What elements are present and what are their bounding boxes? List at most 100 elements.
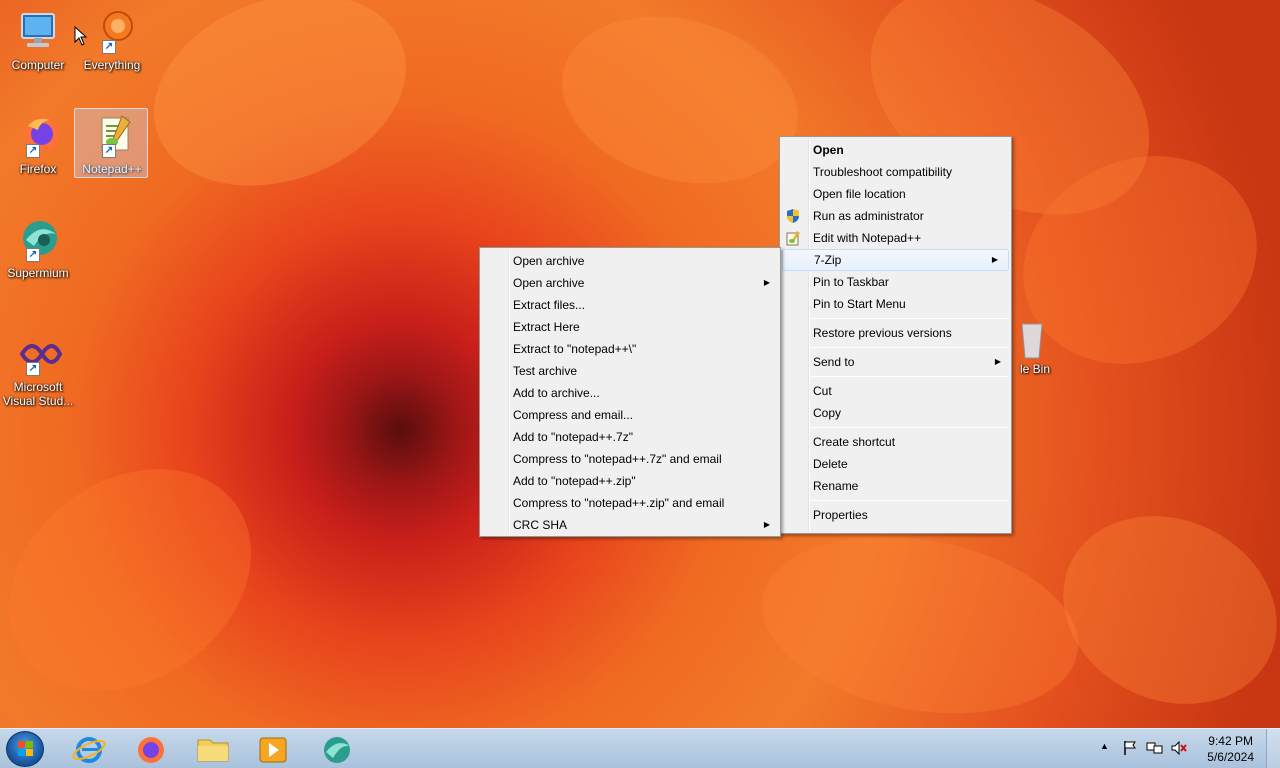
desktop-icon-firefox[interactable]: ↗ Firefox [0,112,76,176]
volume-muted-icon[interactable] [1170,740,1188,759]
menu-item-label: Properties [813,508,868,522]
menu-item-label: Cut [813,384,832,398]
clock-date: 5/6/2024 [1207,750,1254,764]
menu-item-label: Compress to "notepad++.zip" and email [513,496,725,510]
taskbar-internet-explorer[interactable] [66,732,112,766]
menu-item-label: Pin to Start Menu [813,297,906,311]
menu-item-open[interactable]: Open [780,139,1011,161]
internet-explorer-icon [72,737,106,763]
wallpaper-petal [0,423,294,737]
computer-icon [14,8,62,56]
menu-item-label: Create shortcut [813,435,896,449]
desktop-icon-visual-studio[interactable]: ↗ Microsoft Visual Stud... [0,330,76,408]
menu-item-restore-versions[interactable]: Restore previous versions [780,322,1011,344]
menu-item-open-archive-sub[interactable]: Open archive ▶ [480,272,780,294]
menu-item-label: Compress and email... [513,408,634,422]
menu-item-label: Restore previous versions [813,326,952,340]
wallpaper-petal [747,513,1093,737]
main-context-menu: Open Troubleshoot compatibility Open fil… [779,136,1012,534]
visual-studio-icon: ↗ [14,330,63,378]
menu-item-copy[interactable]: Copy [780,402,1011,424]
menu-item-label: Extract to "notepad++\" [513,342,637,356]
desktop-icon-computer[interactable]: Computer [0,8,76,72]
menu-item-delete[interactable]: Delete [780,453,1011,475]
menu-item-open-archive[interactable]: Open archive [480,250,780,272]
submenu-arrow-icon: ▶ [763,520,770,529]
wallpaper-petal [1032,481,1280,739]
menu-item-troubleshoot[interactable]: Troubleshoot compatibility [780,161,1011,183]
menu-item-extract-to[interactable]: Extract to "notepad++\" [480,338,780,360]
firefox-icon [138,737,164,763]
menu-item-label: Rename [813,479,859,493]
menu-item-label: Extract Here [513,320,580,334]
menu-item-cut[interactable]: Cut [780,380,1011,402]
shortcut-arrow-icon: ↗ [26,248,40,262]
menu-item-label: Open file location [813,187,906,201]
menu-item-crc-sha[interactable]: CRC SHA ▶ [480,514,780,536]
menu-item-label: Test archive [513,364,578,378]
menu-separator [810,318,1009,319]
network-icon[interactable] [1146,740,1164,759]
menu-item-label: Open [813,143,844,157]
taskbar-media-player[interactable] [250,732,296,766]
clock-time: 9:42 PM [1208,734,1253,748]
menu-item-add-7z[interactable]: Add to "notepad++.7z" [480,426,780,448]
notepadpp-icon: ↗ [88,112,136,160]
menu-item-label: Add to archive... [513,386,600,400]
start-button[interactable] [6,731,44,767]
submenu-arrow-icon: ▶ [994,357,1001,366]
show-desktop-button[interactable] [1266,729,1280,768]
shortcut-arrow-icon: ↗ [102,40,116,54]
menu-item-open-file-location[interactable]: Open file location [780,183,1011,205]
taskbar: ▲ 9:42 PM 5/6/2024 [0,728,1280,768]
menu-item-label: Extract files... [513,298,586,312]
clock[interactable]: 9:42 PM 5/6/2024 [1207,733,1254,765]
menu-item-pin-taskbar[interactable]: Pin to Taskbar [780,271,1011,293]
menu-item-extract-files[interactable]: Extract files... [480,294,780,316]
taskbar-supermium[interactable] [314,732,360,766]
everything-icon: ↗ [88,8,136,56]
menu-item-add-zip[interactable]: Add to "notepad++.zip" [480,470,780,492]
menu-item-run-as-admin[interactable]: Run as administrator [780,205,1011,227]
menu-item-label: Delete [813,457,848,471]
menu-item-properties[interactable]: Properties [780,504,1011,526]
desktop-icon-supermium[interactable]: ↗ Supermium [0,216,76,280]
menu-item-label: 7-Zip [814,253,842,267]
uac-shield-icon [785,208,801,224]
desktop-icon-label: Microsoft Visual Stud... [2,380,74,408]
menu-separator [810,500,1009,501]
windows-logo-icon [18,741,33,756]
menu-item-compress-email[interactable]: Compress and email... [480,404,780,426]
menu-item-compress-7z-email[interactable]: Compress to "notepad++.7z" and email [480,448,780,470]
menu-item-label: Pin to Taskbar [813,275,889,289]
menu-item-extract-here[interactable]: Extract Here [480,316,780,338]
desktop-icon-label: Supermium [7,266,69,280]
menu-item-label: Copy [813,406,842,420]
shortcut-arrow-icon: ↗ [26,362,40,376]
menu-item-label: Compress to "notepad++.7z" and email [513,452,722,466]
menu-item-test-archive[interactable]: Test archive [480,360,780,382]
menu-item-create-shortcut[interactable]: Create shortcut [780,431,1011,453]
action-center-flag-icon[interactable] [1122,740,1138,759]
menu-item-edit-notepadpp[interactable]: Edit with Notepad++ [780,227,1011,249]
menu-separator [810,427,1009,428]
folder-icon [197,739,229,762]
menu-item-label: Add to "notepad++.zip" [513,474,636,488]
menu-item-label: Open archive [513,254,585,268]
menu-item-label: Troubleshoot compatibility [813,165,952,179]
menu-item-pin-start[interactable]: Pin to Start Menu [780,293,1011,315]
menu-item-7zip[interactable]: 7-Zip ▶ [782,249,1009,271]
menu-item-rename[interactable]: Rename [780,475,1011,497]
desktop-icon-notepadpp[interactable]: ↗ Notepad++ [74,108,150,178]
menu-item-send-to[interactable]: Send to ▶ [780,351,1011,373]
menu-item-label: Run as administrator [813,209,924,223]
supermium-icon [324,737,350,763]
mouse-cursor-icon [74,25,88,49]
menu-item-compress-zip-email[interactable]: Compress to "notepad++.zip" and email [480,492,780,514]
tray-show-hidden-icon[interactable]: ▲ [1100,741,1109,751]
menu-item-label: Add to "notepad++.7z" [513,430,633,444]
supermium-icon: ↗ [14,216,62,264]
taskbar-explorer[interactable] [190,732,236,766]
menu-item-add-to-archive[interactable]: Add to archive... [480,382,780,404]
taskbar-firefox[interactable] [128,732,174,766]
